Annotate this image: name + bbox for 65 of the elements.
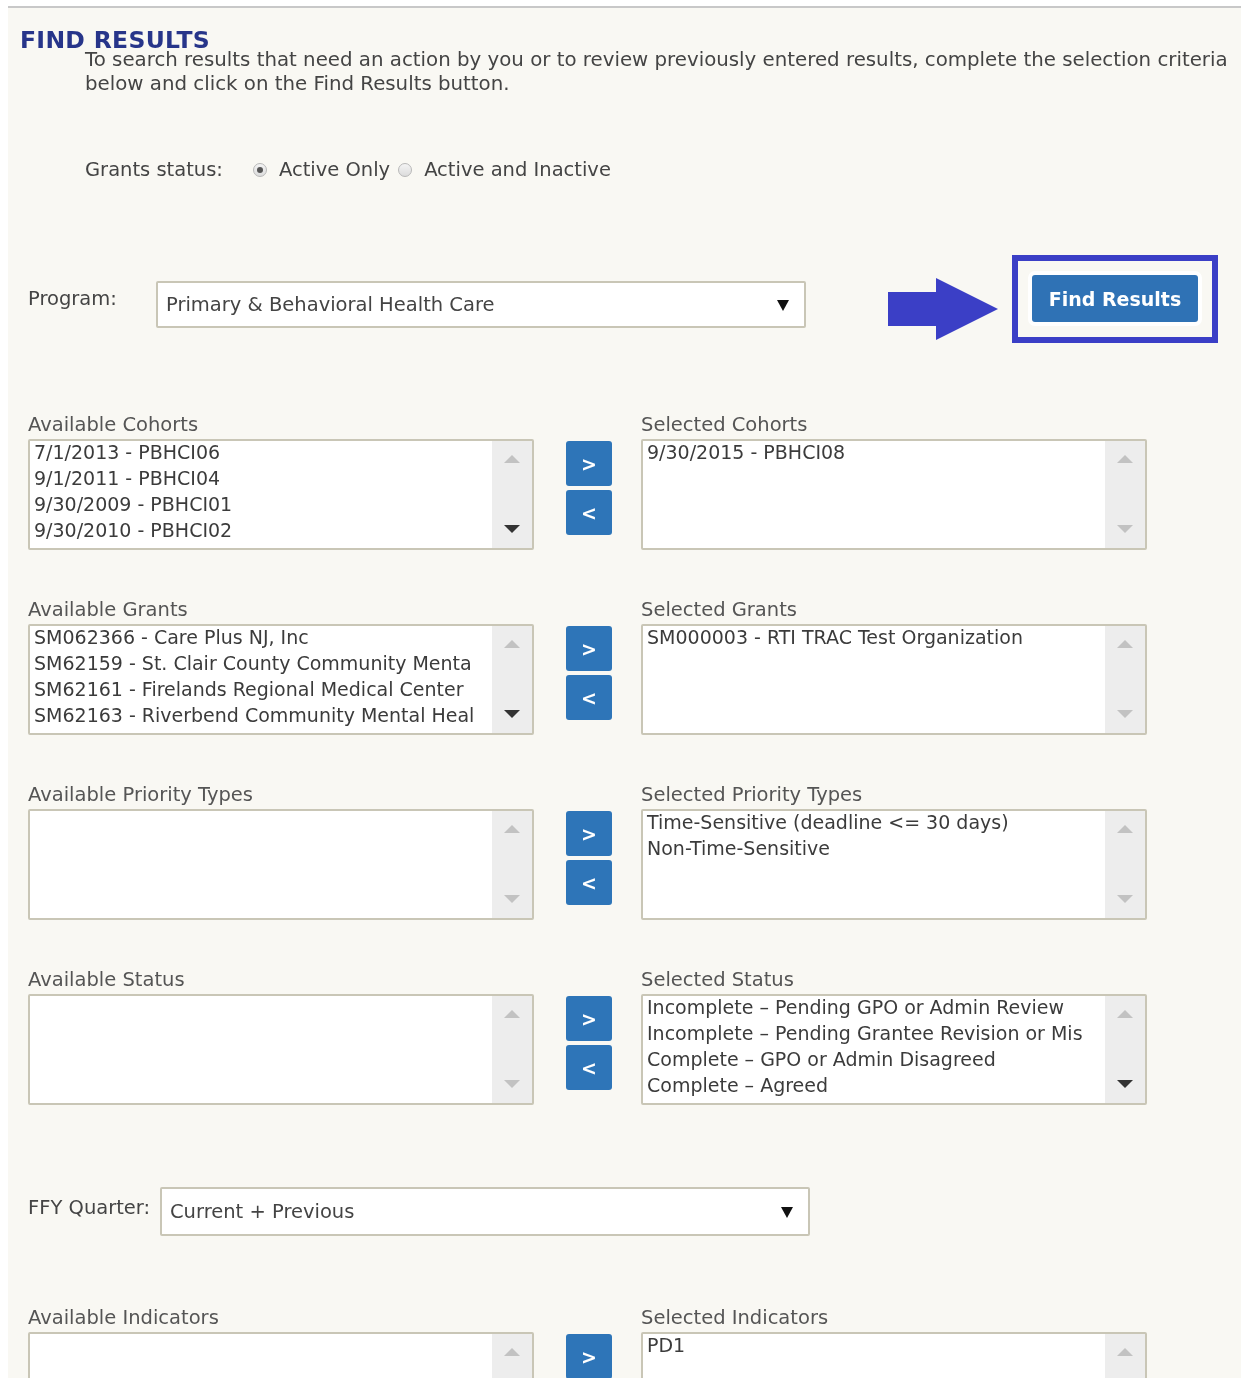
list-option[interactable]: 9/30/2010 - PBHCI02	[34, 517, 233, 543]
move-button[interactable]: <	[566, 860, 612, 905]
list-label: Available Cohorts	[28, 413, 200, 437]
list-label: Selected Status	[641, 968, 795, 992]
caret-icon	[776, 297, 790, 312]
list-option[interactable]: Incomplete – Pending GPO or Admin Review	[647, 996, 1064, 1020]
list-option[interactable]: SM062366 - Care Plus NJ, Inc	[34, 626, 309, 650]
list-option[interactable]: 9/1/2011 - PBHCI04	[34, 465, 221, 491]
move-button[interactable]: <	[566, 675, 612, 720]
list-box[interactable]	[28, 809, 534, 920]
list-option[interactable]: Complete – GPO or Admin Disagreed	[647, 1046, 996, 1072]
caret-icon	[780, 1204, 794, 1219]
radio-button[interactable]	[398, 162, 413, 177]
list-box[interactable]: Time-Sensitive (deadline <= 30 days) Non-Time-Sensitive	[641, 809, 1147, 920]
list-box[interactable]	[28, 994, 534, 1105]
list-option[interactable]: Time-Sensitive (deadline <= 30 days)	[647, 811, 1009, 835]
list-label: Available Indicators	[28, 1306, 220, 1330]
scrollbar[interactable]	[492, 626, 532, 733]
list-option[interactable]: SM000003 - RTI TRAC Test Organization	[647, 626, 1023, 650]
list-box[interactable]: Incomplete – Pending GPO or Admin Review Incomplete – Pending Grantee Revision or Mis Complete – GPO or Admin Disagreed Complete – Agreed	[641, 994, 1147, 1105]
move-button[interactable]: >	[566, 996, 612, 1041]
scrollbar[interactable]	[1105, 626, 1145, 733]
list-option[interactable]: 7/1/2013 - PBHCI06	[34, 441, 221, 465]
list-box[interactable]: SM000003 - RTI TRAC Test Organization	[641, 624, 1147, 735]
list-label: Available Priority Types	[28, 783, 254, 807]
field-label: Program:	[28, 286, 118, 310]
arrow-icon	[886, 278, 1000, 340]
list-label: Available Status	[28, 968, 186, 992]
list-option[interactable]: Incomplete – Pending Grantee Revision or Mis	[647, 1020, 1083, 1046]
move-button[interactable]: <	[566, 1045, 612, 1090]
list-box[interactable]: PD1	[641, 1332, 1147, 1378]
move-button[interactable]: >	[566, 811, 612, 856]
list-option[interactable]: PD1	[647, 1334, 686, 1358]
list-label: Selected Indicators	[641, 1306, 830, 1330]
list-option[interactable]: SM62159 - St. Clair County Community Menta	[34, 650, 472, 676]
scrollbar[interactable]	[1105, 996, 1145, 1103]
list-option[interactable]: Non-Time-Sensitive	[647, 835, 830, 861]
field-label: FFY Quarter:	[28, 1196, 152, 1219]
list-label: Selected Grants	[641, 598, 798, 622]
list-label: Available Grants	[28, 598, 189, 622]
dropdown[interactable]: Current + Previous	[160, 1187, 810, 1236]
radio-label: Active Only	[278, 158, 391, 181]
scrollbar[interactable]	[1105, 811, 1145, 918]
move-button[interactable]: >	[566, 441, 612, 486]
radio-label: Active and Inactive	[424, 158, 611, 181]
list-label: Selected Cohorts	[641, 413, 809, 437]
list-option[interactable]: SM62161 - Firelands Regional Medical Center	[34, 676, 464, 702]
field-label: Grants status:	[85, 158, 223, 181]
move-button[interactable]: <	[566, 490, 612, 535]
scrollbar[interactable]	[492, 811, 532, 918]
radio-button[interactable]	[252, 162, 267, 177]
scrollbar[interactable]	[492, 996, 532, 1103]
scrollbar[interactable]	[492, 441, 532, 548]
list-option[interactable]: SM62163 - Riverbend Community Mental Heal	[34, 702, 475, 728]
list-option[interactable]: Complete – Agreed	[647, 1072, 829, 1098]
dropdown[interactable]: Primary & Behavioral Health Care	[156, 281, 806, 328]
move-button[interactable]: >	[566, 626, 612, 671]
list-box[interactable]: SM062366 - Care Plus NJ, Inc SM62159 - St. Clair County Community Menta SM62161 - Firelands Regional Medical Center SM62163 - Riverbend Community Mental Heal	[28, 624, 534, 735]
move-button[interactable]: >	[566, 1334, 612, 1378]
scrollbar[interactable]	[1105, 441, 1145, 548]
list-box[interactable]: 9/30/2015 - PBHCI08	[641, 439, 1147, 550]
list-option[interactable]: 9/30/2009 - PBHCI01	[34, 491, 233, 517]
list-box[interactable]: 7/1/2013 - PBHCI06 9/1/2011 - PBHCI04 9/30/2009 - PBHCI01 9/30/2010 - PBHCI02	[28, 439, 534, 550]
list-option[interactable]: 9/30/2015 - PBHCI08	[647, 441, 846, 465]
list-label: Selected Priority Types	[641, 783, 864, 807]
